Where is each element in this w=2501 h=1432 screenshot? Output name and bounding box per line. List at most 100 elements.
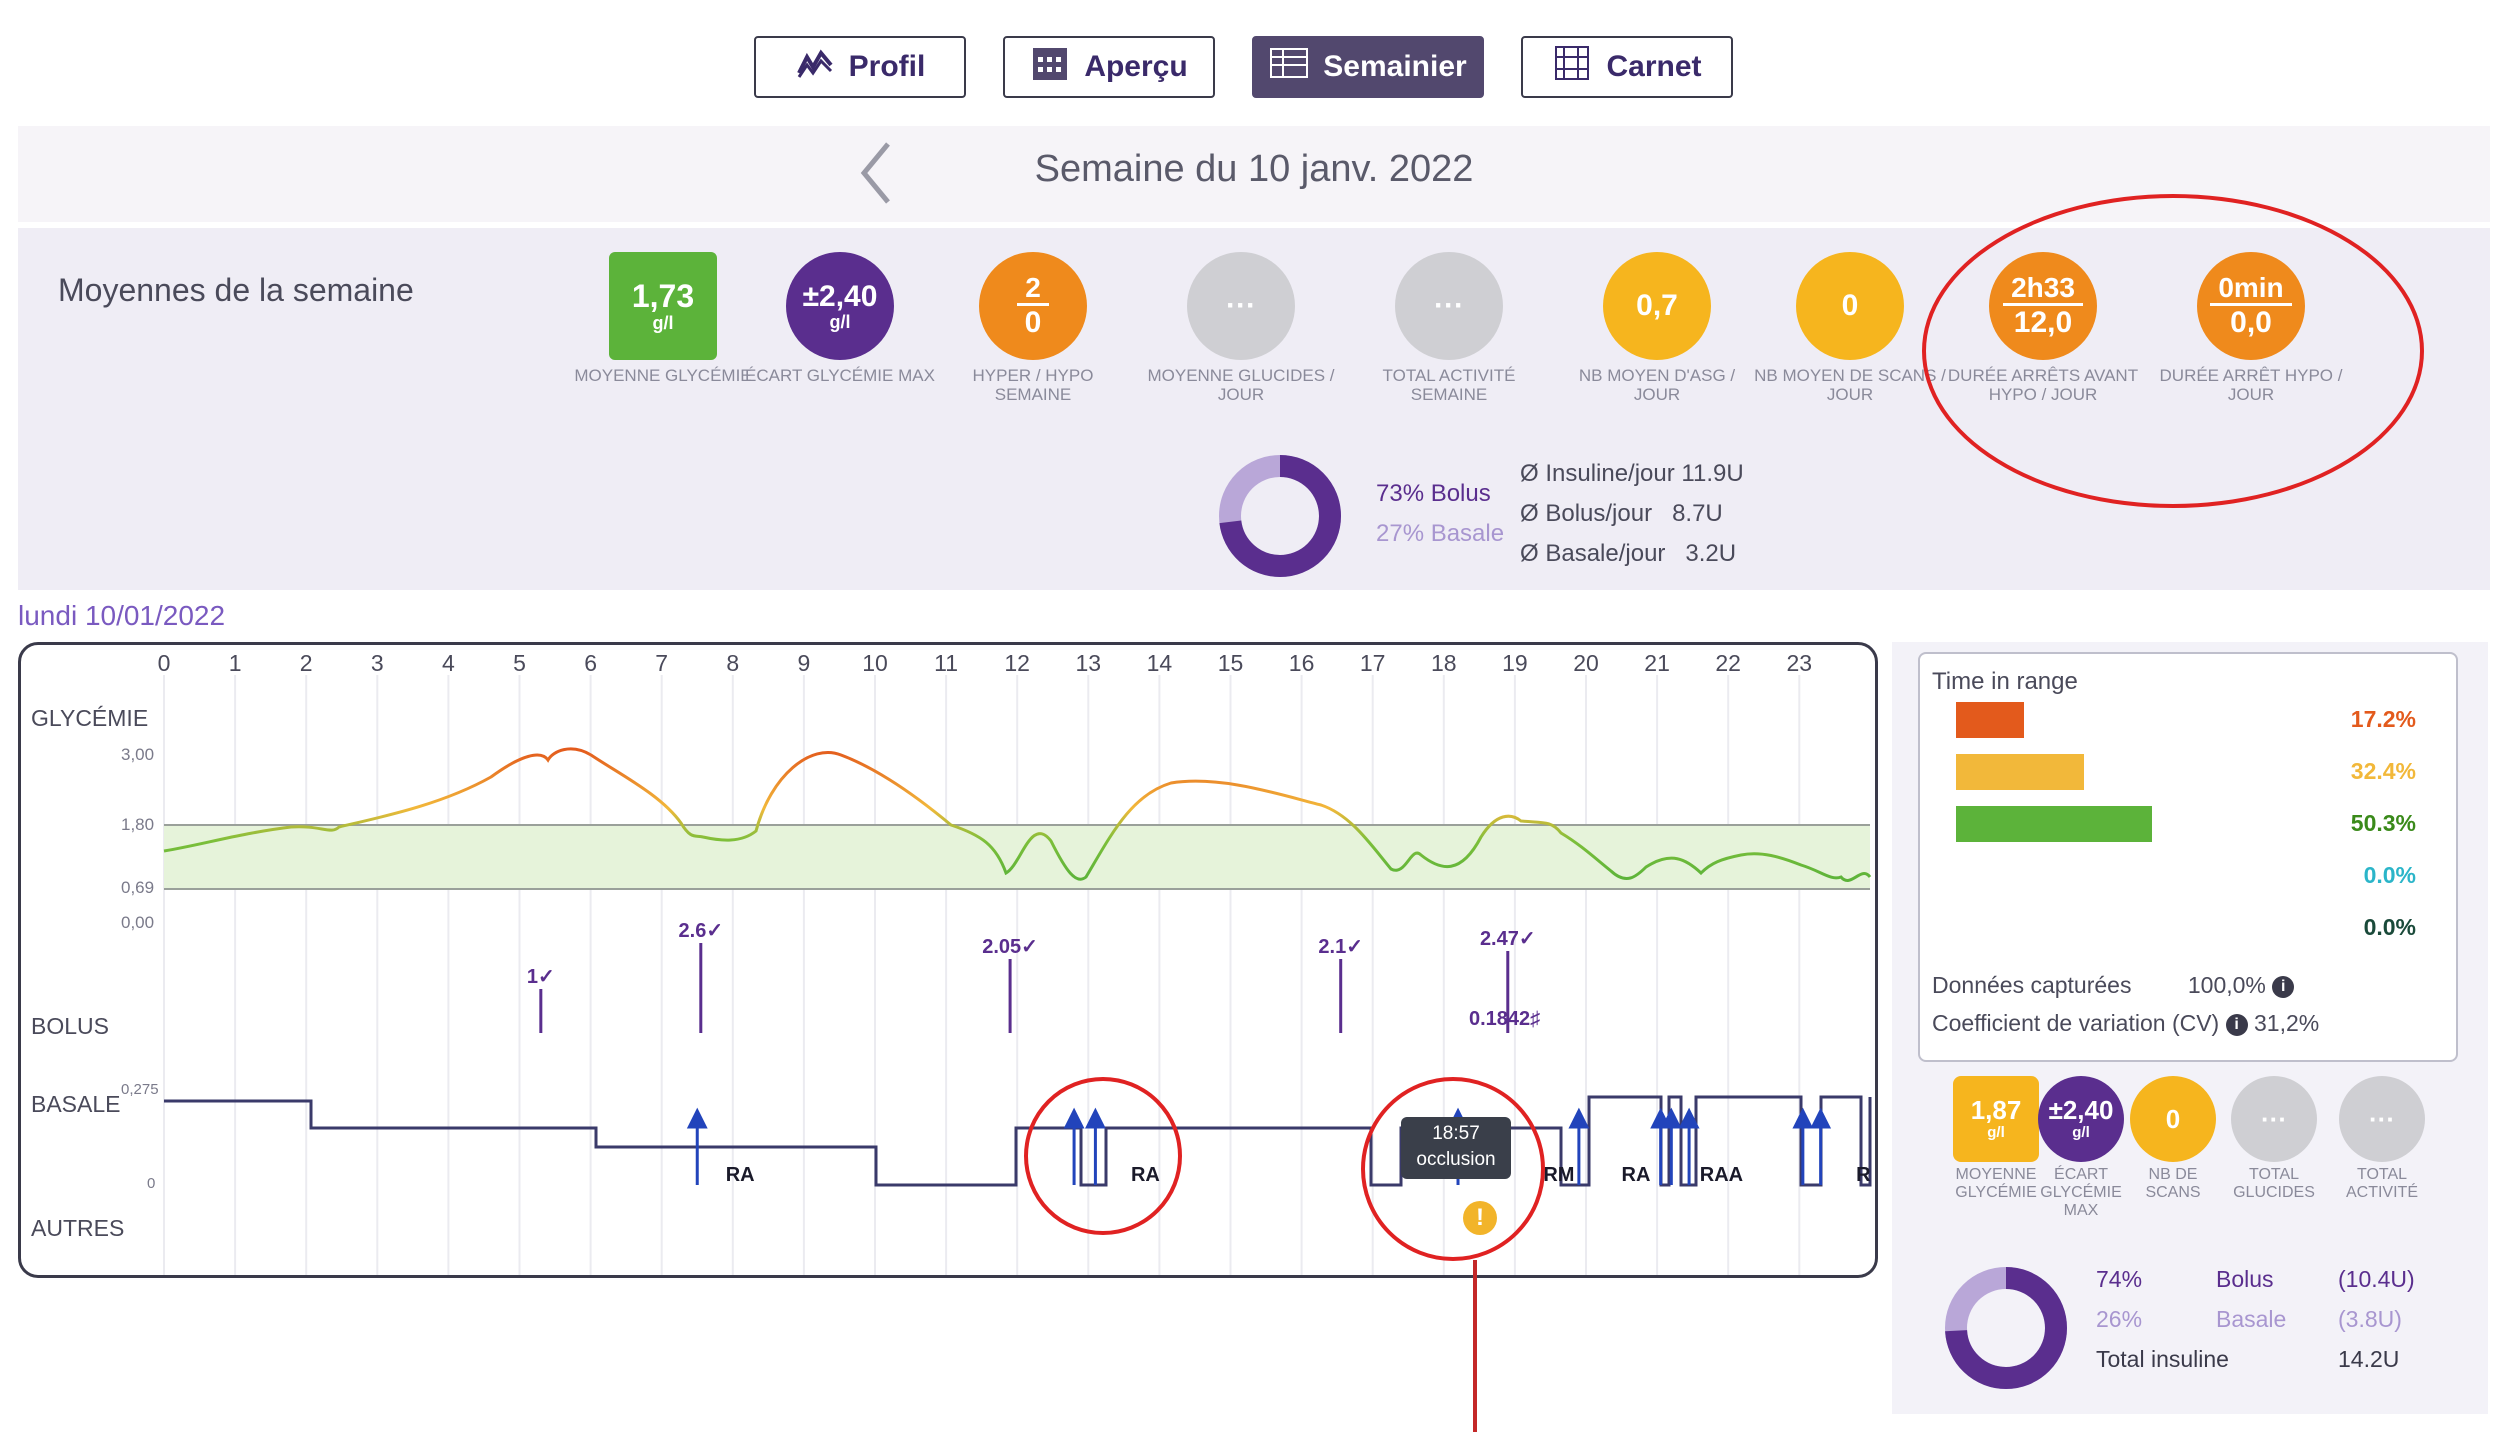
hour-label: 0 [158,650,171,676]
cv-label: Coefficient de variation (CV) [1932,1010,2220,1036]
basal-event-marker[interactable]: RA [726,1164,755,1186]
stat-moyenne-glucides: ··· MOYENNE GLUCIDES / JOUR [1141,252,1341,404]
day-basale-pct: 26% [2096,1306,2143,1332]
tab-semainier[interactable]: Semainier [1252,36,1484,98]
insuline-jour: Ø Insuline/jour 11.9U [1520,460,1744,487]
day-summary-panel: Time in range 17.2% 32.4% 50.3% 0.0% 0.0… [1892,642,2488,1414]
tab-carnet[interactable]: Carnet [1521,36,1733,98]
basal-up-arrow[interactable] [1792,1107,1814,1185]
stat-value: ±2,40 [802,280,878,313]
glycemia-tick-000: 0,00 [121,913,155,932]
stat-value: ±2,40 [2048,1095,2114,1125]
tab-profil[interactable]: Profil [754,36,966,98]
tir-pct-high: 32.4% [2350,758,2416,784]
hour-label: 1 [229,650,242,676]
glycemia-tick-180: 1,80 [121,815,155,834]
tab-profil-label: Profil [848,50,926,83]
basal-tick-0275: 0,275 [121,1081,159,1098]
hour-label: 7 [655,650,668,676]
hour-label: 14 [1147,650,1173,676]
day-stat-scans: 0 NB DE SCANS [2123,1076,2223,1202]
tir-pct-in-range: 50.3% [2350,810,2416,836]
info-icon[interactable]: i [2272,975,2295,998]
hour-label: 21 [1644,650,1670,676]
tab-apercu[interactable]: Aperçu [1003,36,1215,98]
stat-label: ÉCART GLYCÉMIE MAX [745,366,935,385]
hour-label: 16 [1289,650,1315,676]
weekly-grid-icon [1269,43,1309,91]
day-insulin-donut-chart [1945,1267,2067,1389]
tir-bar-in-range [1956,806,2152,842]
donnees-capturees: Données capturées 100,0% i [1932,972,2295,999]
basal-event-marker[interactable]: RAA [1700,1164,1743,1186]
hour-label: 12 [1004,650,1030,676]
bolus-extra-label: 0.1842♯ [1469,1008,1540,1030]
tir-pct-very-high: 17.2% [2350,706,2416,732]
stat-value: 1,73 [631,277,695,314]
stat-unit: g/l [2072,1124,2090,1141]
insulin-donut-chart [1219,455,1341,577]
donnees-label: Données capturées [1932,972,2132,998]
basal-event-marker[interactable]: R [1856,1164,1871,1186]
day-label: lundi 10/01/2022 [18,600,226,631]
tir-pct-low: 0.0% [2363,862,2416,888]
stat-label: MOYENNE GLUCIDES / JOUR [1147,366,1335,404]
tir-bar-very-high [1956,702,2024,738]
weekly-averages-panel: Moyennes de la semaine 1,73 g/l MOYENNE G… [18,194,2490,590]
annotation-ellipse-arrets [1922,194,2424,508]
tir-title: Time in range [1932,668,2078,695]
logbook-icon [1552,43,1592,91]
target-range-band [164,825,1870,889]
bolus-jour: Ø Bolus/jour 8.7U [1520,500,1723,527]
stat-unit: g/l [652,312,674,333]
day-bolus-label: Bolus [2216,1266,2274,1292]
glycemia-tick-300: 3,00 [121,745,155,764]
stat-value-top: 2 [1017,272,1049,306]
glycemia-tick-069: 0,69 [121,878,155,897]
row-label-basale: BASALE [31,1091,121,1117]
stat-value: ··· [2261,1104,2287,1134]
info-icon[interactable]: i [2225,1013,2248,1036]
stat-label: ÉCART GLYCÉMIE MAX [2040,1166,2122,1219]
stat-value: ··· [2369,1104,2395,1134]
hour-label: 9 [798,650,811,676]
stat-label: NB MOYEN D'ASG / JOUR [1578,366,1736,404]
row-label-autres: AUTRES [31,1215,125,1241]
hour-label: 20 [1573,650,1599,676]
day-stat-ecart: ±2,40 g/l ÉCART GLYCÉMIE MAX [2031,1076,2131,1220]
tir-pct-very-low: 0.0% [2363,914,2416,940]
averages-label: Moyennes de la semaine [58,272,414,308]
stat-nb-scans: 0 NB MOYEN DE SCANS / JOUR [1750,252,1950,404]
hour-label: 22 [1715,650,1741,676]
stat-label: NB MOYEN DE SCANS / JOUR [1754,366,1946,404]
row-label-glycemie: GLYCÉMIE [31,705,149,731]
basal-event-marker[interactable]: RM [1543,1164,1574,1186]
day-total-units: 14.2U [2338,1346,2400,1372]
hour-label: 13 [1076,650,1102,676]
basal-up-arrow[interactable] [1660,1107,1682,1185]
stat-label: HYPER / HYPO SEMAINE [972,366,1094,404]
tir-bar-high [1956,754,2084,790]
day-basale-units: (3.8U) [2338,1306,2402,1332]
stat-value: ··· [1226,289,1256,322]
stat-label: MOYENNE GLYCÉMIE [574,366,752,385]
hour-label: 11 [934,650,958,676]
stat-moyenne-glycemie: 1,73 g/l MOYENNE GLYCÉMIE [563,252,763,385]
hour-label: 19 [1502,650,1528,676]
tab-semainier-label: Semainier [1323,50,1467,83]
hour-label: 15 [1218,650,1244,676]
basal-up-arrow[interactable] [1810,1107,1832,1185]
stat-label: NB DE SCANS [2145,1166,2201,1201]
stat-value: 0 [2165,1104,2181,1134]
basal-event-marker[interactable]: RA [1622,1164,1651,1186]
stat-nb-asg: 0,7 NB MOYEN D'ASG / JOUR [1557,252,1757,404]
hour-label: 4 [442,650,455,676]
hour-label: 3 [371,650,384,676]
basale-percentage: 27% Basale [1376,520,1505,547]
hour-label: 17 [1360,650,1386,676]
stat-total-activite: ··· TOTAL ACTIVITÉ SEMAINE [1349,252,1549,404]
stat-label: TOTAL ACTIVITÉ SEMAINE [1382,366,1516,404]
week-title: Semaine du 10 janv. 2022 [1034,148,1474,190]
day-total-label: Total insuline [2096,1346,2229,1372]
calendar-icon [1030,43,1070,91]
